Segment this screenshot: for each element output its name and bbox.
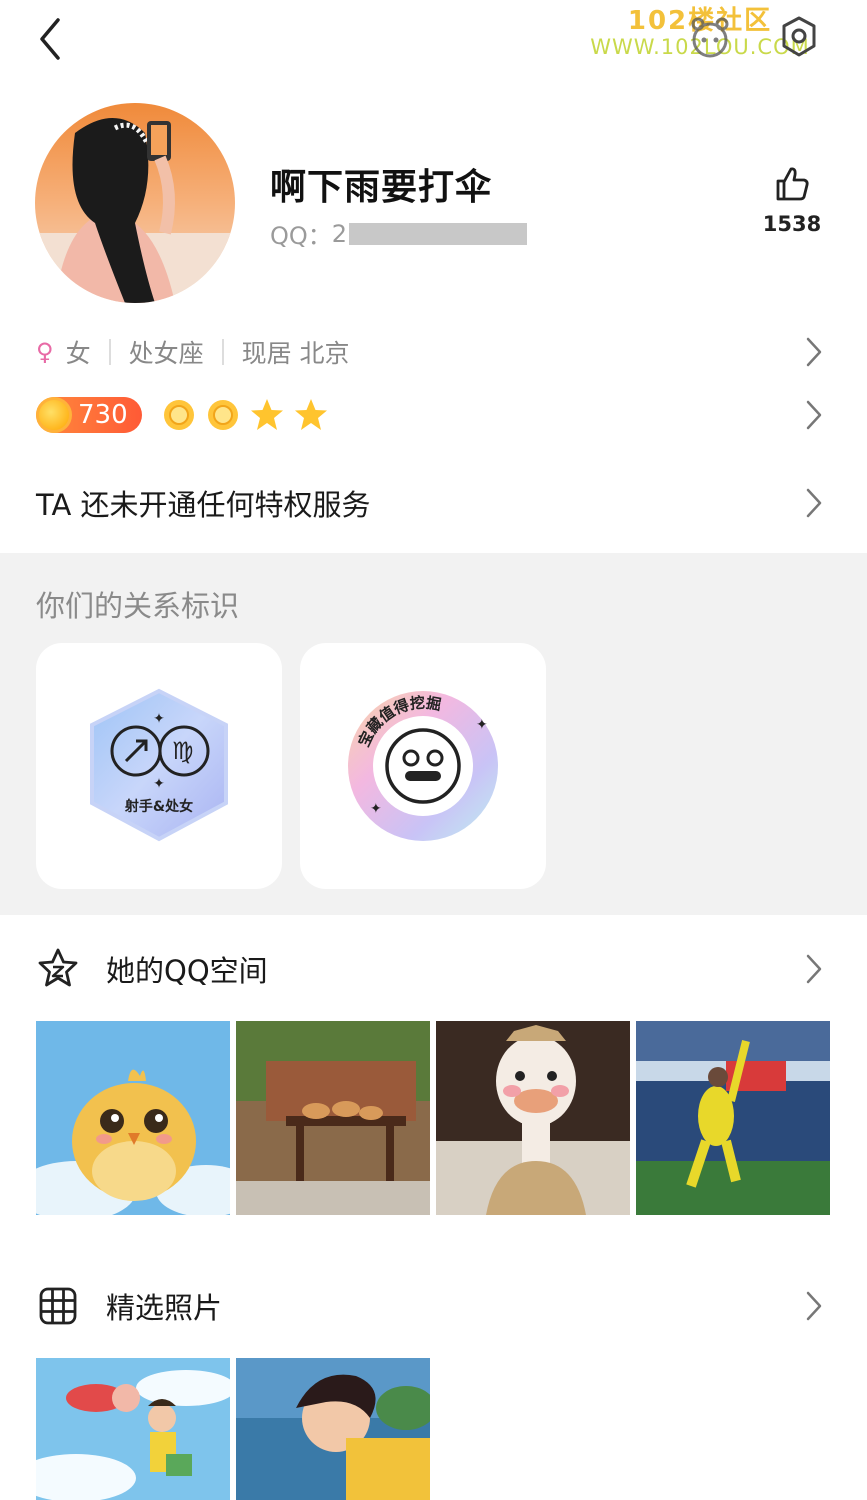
like-count: 1538 (762, 212, 822, 236)
star-icon (251, 399, 283, 430)
svg-text:✦: ✦ (370, 801, 382, 817)
zodiac-match-badge-card[interactable]: ♍ ✦ ✦ 射手&处女 (36, 643, 282, 889)
svg-text:✦: ✦ (476, 717, 488, 733)
gender-text: 女 (65, 339, 91, 368)
zodiac-match-badge-text: 射手&处女 (124, 798, 193, 815)
star-zone-icon (38, 948, 78, 987)
chevron-right-icon[interactable] (802, 334, 826, 370)
grid-icon (39, 1287, 77, 1325)
svg-text:✦: ✦ (153, 711, 165, 727)
sun-icon (164, 400, 194, 430)
level-badge: 730 (36, 397, 142, 433)
chevron-right-icon[interactable] (802, 485, 826, 521)
divider (221, 339, 224, 365)
sun-icon (208, 400, 238, 430)
qq-number-prefix: 2 (331, 219, 348, 248)
qq-number-row: QQ： 2 (270, 216, 528, 251)
selected-photo-ponyo[interactable] (36, 1358, 230, 1500)
chevron-left-icon (40, 18, 60, 60)
selected-photo-sosuke[interactable] (236, 1358, 430, 1500)
qzone-photo-chick[interactable] (36, 1021, 230, 1215)
selected-photos-header[interactable]: 精选照片 (36, 1281, 222, 1331)
back-button[interactable] (30, 14, 74, 64)
star-icon (295, 399, 327, 430)
privilege-status[interactable]: TA 还未开通任何特权服务 (36, 482, 371, 524)
svg-text:✦: ✦ (153, 776, 165, 792)
treasure-badge: 宝藏值得挖掘 ✦ ✦ (348, 691, 498, 841)
divider (108, 339, 111, 365)
level-row[interactable]: 730 (36, 394, 330, 436)
relationship-title: 你们的关系标识 (36, 589, 240, 623)
coin-icon (36, 397, 72, 433)
level-value: 730 (78, 400, 128, 430)
qzone-photo-duck[interactable] (436, 1021, 630, 1215)
qzone-photo-cats[interactable] (236, 1021, 430, 1215)
qq-label: QQ： (270, 222, 332, 250)
qq-number-mask (349, 222, 528, 245)
zodiac-match-badge: ♍ ✦ ✦ 射手&处女 (90, 688, 228, 842)
settings-icon[interactable] (776, 14, 822, 60)
qzone-label: 她的QQ空间 (106, 954, 268, 988)
top-bar: 102楼社区 WWW.102LOU.COM (0, 0, 867, 80)
chevron-right-icon[interactable] (802, 951, 826, 987)
thumbs-up-icon (776, 167, 809, 201)
avatar[interactable] (35, 103, 235, 303)
chevron-right-icon[interactable] (802, 397, 826, 433)
location-text: 现居 北京 (241, 339, 350, 368)
qzone-section-header[interactable]: 她的QQ空间 (36, 944, 268, 994)
qzone-photo-soccer[interactable] (636, 1021, 830, 1215)
basic-info-row[interactable]: ♀ 女 处女座 现居 北京 (36, 332, 350, 372)
svg-text:♍: ♍ (172, 737, 194, 765)
like-button[interactable]: 1538 (760, 164, 824, 236)
nickname: 啊下雨要打伞 (270, 167, 493, 208)
zodiac-text: 处女座 (128, 339, 204, 368)
female-icon: ♀ (36, 338, 54, 366)
treasure-badge-card[interactable]: 宝藏值得挖掘 ✦ ✦ (300, 643, 546, 889)
relationship-section: 你们的关系标识 ♍ ✦ ✦ 射手&处女 宝藏值得挖掘 ✦ ✦ (0, 553, 867, 915)
selected-photos-label: 精选照片 (106, 1291, 223, 1325)
pet-icon[interactable] (686, 14, 734, 62)
chevron-right-icon[interactable] (802, 1288, 826, 1324)
